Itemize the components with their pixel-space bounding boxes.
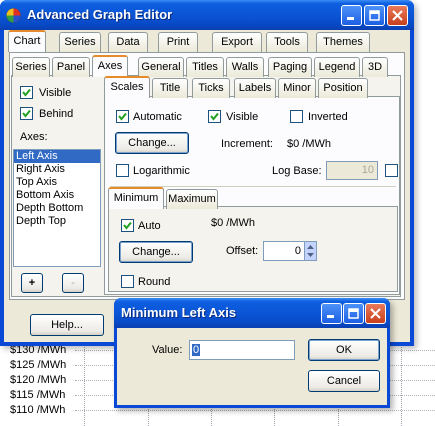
- tab-title[interactable]: Title: [152, 78, 188, 98]
- minimum-value: $0 /MWh: [211, 217, 256, 229]
- logarithmic-label: Logarithmic: [133, 165, 190, 177]
- change-minimum-button[interactable]: Change...: [119, 241, 193, 263]
- close-icon: [392, 10, 403, 21]
- tab-themes[interactable]: Themes: [316, 32, 370, 52]
- tab-series[interactable]: Series: [59, 32, 101, 52]
- advanced-graph-editor-window: Advanced Graph Editor Chart Series Data …: [0, 0, 414, 346]
- inverted-label: Inverted: [308, 111, 348, 123]
- tab-minimum[interactable]: Minimum: [108, 187, 164, 209]
- minimize-button[interactable]: [341, 5, 362, 26]
- y-axis-label: $120 /MWh: [10, 374, 67, 386]
- inverted-checkbox[interactable]: [290, 110, 303, 123]
- tab-print[interactable]: Print: [158, 32, 198, 52]
- maximize-icon: [369, 10, 380, 21]
- tab-sub-series[interactable]: Series: [12, 57, 50, 77]
- tab-scales[interactable]: Scales: [104, 76, 150, 98]
- increment-value: $0 /MWh: [287, 138, 332, 150]
- list-item[interactable]: Top Axis: [14, 176, 100, 189]
- axes-heading: Axes:: [20, 131, 48, 143]
- ok-button[interactable]: OK: [308, 339, 380, 361]
- window-client-area: Chart Series Data Print Export Tools The…: [4, 30, 410, 342]
- checkmark-icon: [22, 88, 31, 97]
- auto-checkbox[interactable]: [121, 219, 134, 232]
- title-bar[interactable]: Advanced Graph Editor: [0, 0, 414, 30]
- tab-3d[interactable]: 3D: [362, 57, 388, 77]
- dialog-title-bar[interactable]: Minimum Left Axis: [114, 298, 390, 328]
- increment-label: Increment:: [221, 138, 273, 150]
- window-title: Advanced Graph Editor: [27, 7, 173, 22]
- checkmark-icon: [22, 109, 31, 118]
- maximize-icon: [348, 308, 359, 319]
- tab-tools[interactable]: Tools: [266, 32, 308, 52]
- log-base-label: Log Base:: [272, 165, 322, 177]
- behind-checkbox[interactable]: [20, 107, 33, 120]
- tab-export[interactable]: Export: [212, 32, 262, 52]
- value-input[interactable]: 0: [189, 340, 295, 360]
- list-item[interactable]: Depth Bottom: [14, 202, 100, 215]
- tab-general[interactable]: General: [138, 57, 184, 77]
- checkmark-icon: [123, 221, 132, 230]
- minimize-icon: [327, 315, 334, 318]
- help-button[interactable]: Help...: [30, 314, 104, 336]
- visible-label: Visible: [39, 87, 72, 99]
- value-text: 0: [192, 344, 201, 356]
- tab-labels[interactable]: Labels: [234, 78, 276, 98]
- maximize-button[interactable]: [364, 5, 385, 26]
- visible-checkbox[interactable]: [20, 86, 33, 99]
- list-item[interactable]: Depth Top: [14, 215, 100, 228]
- grid-line: [75, 410, 435, 411]
- tab-chart[interactable]: Chart: [8, 30, 46, 52]
- list-item[interactable]: Right Axis: [14, 163, 100, 176]
- offset-input[interactable]: 0: [263, 241, 305, 261]
- tab-data[interactable]: Data: [108, 32, 148, 52]
- offset-spinner[interactable]: [304, 241, 317, 261]
- minimize-icon: [347, 17, 354, 20]
- close-icon: [370, 308, 381, 319]
- tab-maximum[interactable]: Maximum: [166, 189, 218, 209]
- offset-label: Offset:: [226, 245, 259, 257]
- value-label: Value:: [152, 344, 183, 356]
- behind-label: Behind: [39, 108, 74, 120]
- app-icon: [6, 8, 21, 23]
- dialog-client-area: Value: 0 OK Cancel: [117, 328, 387, 405]
- automatic-label: Automatic: [133, 111, 182, 123]
- dialog-title: Minimum Left Axis: [121, 305, 237, 320]
- tab-axes[interactable]: Axes: [92, 55, 128, 77]
- list-item[interactable]: Left Axis: [14, 150, 100, 163]
- tab-ticks[interactable]: Ticks: [192, 78, 230, 98]
- tab-titles[interactable]: Titles: [186, 57, 224, 77]
- round-label: Round: [138, 276, 171, 288]
- logarithmic-checkbox[interactable]: [116, 164, 129, 177]
- list-item[interactable]: Bottom Axis: [14, 189, 100, 202]
- tab-paging[interactable]: Paging: [268, 57, 312, 77]
- dialog-minimize-button[interactable]: [321, 303, 342, 324]
- remove-axis-button[interactable]: -: [62, 273, 84, 293]
- round-checkbox[interactable]: [121, 275, 134, 288]
- checkmark-icon: [118, 112, 127, 121]
- cancel-button[interactable]: Cancel: [308, 370, 380, 392]
- minimum-left-axis-dialog: Minimum Left Axis Value: 0 OK Cancel: [114, 298, 390, 408]
- tab-panel[interactable]: Panel: [52, 57, 90, 77]
- axes-listbox[interactable]: Left Axis Right Axis Top Axis Bottom Axi…: [13, 149, 101, 267]
- y-axis-label: $115 /MWh: [10, 389, 66, 401]
- checkmark-icon: [210, 112, 219, 121]
- add-axis-button[interactable]: +: [21, 273, 43, 293]
- log-base-checkbox[interactable]: [385, 164, 398, 177]
- tab-legend[interactable]: Legend: [314, 57, 360, 77]
- tab-position[interactable]: Position: [318, 78, 368, 98]
- scales-visible-checkbox[interactable]: [208, 110, 221, 123]
- y-axis-label: $125 /MWh: [10, 359, 67, 371]
- dialog-maximize-button[interactable]: [343, 303, 364, 324]
- change-increment-button[interactable]: Change...: [115, 132, 189, 154]
- y-axis-label: $110 /MWh: [10, 404, 66, 416]
- tab-minor[interactable]: Minor: [278, 78, 316, 98]
- log-base-input[interactable]: 10: [326, 161, 378, 180]
- scales-visible-label: Visible: [226, 111, 259, 123]
- spinner-arrows-icon: [307, 245, 314, 257]
- close-button[interactable]: [387, 5, 408, 26]
- auto-label: Auto: [138, 220, 161, 232]
- dialog-close-button[interactable]: [365, 303, 386, 324]
- tab-walls[interactable]: Walls: [226, 57, 264, 77]
- automatic-checkbox[interactable]: [116, 110, 129, 123]
